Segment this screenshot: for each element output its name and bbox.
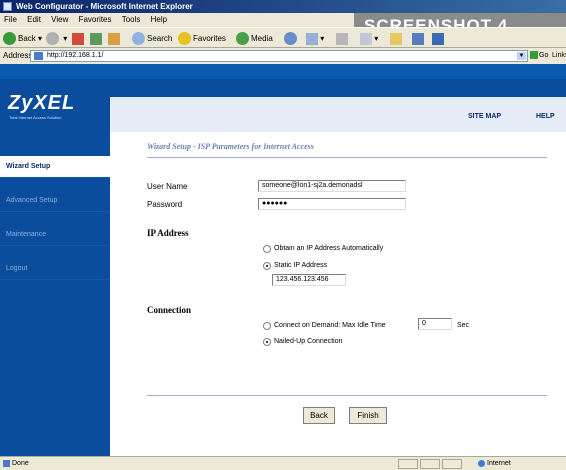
go-arrow-icon	[530, 51, 538, 60]
title-divider	[147, 157, 547, 158]
status-segment	[442, 459, 462, 469]
edit-page-icon	[360, 32, 372, 45]
links-button[interactable]: Links	[552, 48, 566, 64]
top-band	[0, 64, 566, 79]
search-button[interactable]: Search	[132, 31, 172, 46]
sidebar-item-logout[interactable]: Logout	[0, 258, 110, 280]
mail-icon	[306, 32, 318, 45]
nailed-up-label: Nailed-Up Connection	[274, 338, 343, 345]
edit-button[interactable]: ▾	[360, 31, 378, 46]
sidebar-item-maintenance[interactable]: Maintenance	[0, 224, 110, 246]
print-icon	[336, 32, 348, 45]
forward-arrow-icon	[46, 32, 59, 46]
go-button[interactable]: Go	[530, 50, 550, 62]
connect-on-demand-label: Connect on Demand: Max Idle Time	[274, 322, 386, 329]
address-bar: Address http://192.168.1.1/ ▼ Go Links	[0, 48, 566, 64]
page-title: Wizard Setup - ISP Parameters for Intern…	[147, 142, 314, 151]
refresh-button[interactable]	[90, 31, 102, 46]
username-field[interactable]: someone@lon1-sj2a.demonadsl	[258, 180, 406, 192]
ip-auto-radio[interactable]	[263, 245, 271, 253]
history-icon	[284, 32, 297, 46]
menu-bar: File Edit View Favorites Tools Help	[0, 13, 354, 27]
connect-on-demand-radio[interactable]	[263, 322, 271, 330]
connection-section-title: Connection	[147, 305, 192, 315]
ip-address-section-title: IP Address	[147, 228, 189, 238]
favorites-star-icon	[178, 32, 191, 46]
max-idle-time-field[interactable]: 0	[418, 318, 452, 330]
browser-toolbar: Back ▾ ▾ Search Favorites Media ▾ ▾	[0, 27, 566, 48]
bottom-divider	[147, 395, 547, 396]
finish-button[interactable]: Finish	[349, 407, 387, 424]
help-link[interactable]: HELP	[536, 113, 555, 120]
ip-static-label: Static IP Address	[274, 262, 328, 269]
address-url: http://192.168.1.1/	[47, 52, 104, 59]
discuss-button[interactable]	[432, 31, 444, 46]
refresh-icon	[90, 32, 102, 45]
messenger-button[interactable]	[412, 31, 424, 46]
home-icon	[108, 32, 120, 45]
favorites-button[interactable]: Favorites	[178, 31, 226, 46]
history-button[interactable]	[284, 31, 299, 46]
search-icon	[132, 32, 145, 46]
stop-icon	[72, 32, 84, 45]
mail-button[interactable]: ▾	[306, 31, 324, 46]
security-zone: Internet	[478, 457, 511, 470]
address-input[interactable]: http://192.168.1.1/ ▼	[30, 50, 528, 62]
media-icon	[236, 32, 249, 46]
menu-tools[interactable]: Tools	[118, 13, 145, 27]
window-title: Web Configurator - Microsoft Internet Ex…	[16, 2, 193, 11]
ip-auto-label: Obtain an IP Address Automatically	[274, 245, 384, 252]
password-label: Password	[147, 200, 183, 209]
nailed-up-radio[interactable]	[263, 338, 271, 346]
status-text: Done	[12, 460, 29, 467]
menu-view[interactable]: View	[47, 13, 72, 27]
page-icon	[34, 52, 43, 60]
sidebar-item-wizard-setup[interactable]: Wizard Setup	[0, 156, 110, 178]
menu-edit[interactable]: Edit	[23, 13, 45, 27]
sidebar-item-advanced-setup[interactable]: Advanced Setup	[0, 190, 110, 212]
print-button[interactable]	[336, 31, 348, 46]
menu-favorites[interactable]: Favorites	[75, 13, 116, 27]
idle-unit-label: Sec	[457, 322, 470, 329]
media-button[interactable]: Media	[236, 31, 273, 46]
password-field[interactable]: ●●●●●●	[258, 198, 406, 210]
username-label: User Name	[147, 182, 188, 191]
window-title-bar: Web Configurator - Microsoft Internet Ex…	[0, 0, 566, 13]
menu-help[interactable]: Help	[147, 13, 171, 27]
status-bar: Done Internet	[0, 456, 566, 470]
sidebar: Wizard Setup Advanced Setup Maintenance …	[0, 132, 110, 456]
forward-button[interactable]: ▾	[46, 31, 67, 46]
status-segment	[398, 459, 418, 469]
back-button[interactable]: Back ▾	[3, 31, 42, 46]
static-ip-field[interactable]: 123.456.123.456	[272, 274, 346, 286]
status-segment	[420, 459, 440, 469]
home-button[interactable]	[108, 31, 120, 46]
discuss-icon	[432, 32, 444, 45]
site-map-link[interactable]: SITE MAP	[468, 113, 501, 120]
ip-static-radio[interactable]	[263, 262, 271, 270]
page-done-icon	[3, 460, 10, 467]
folder-button[interactable]	[390, 31, 402, 46]
address-label: Address	[3, 51, 33, 60]
globe-icon	[478, 459, 485, 467]
logo-tagline: Total Internet Access Solution	[9, 115, 62, 120]
menu-file[interactable]: File	[0, 13, 21, 27]
ie-icon	[3, 2, 12, 11]
back-arrow-icon	[3, 32, 16, 46]
folder-icon	[390, 32, 402, 45]
stop-button[interactable]	[72, 31, 84, 46]
zyxel-logo: ZyXEL	[8, 92, 76, 114]
messenger-icon	[412, 32, 424, 45]
back-form-button[interactable]: Back	[303, 407, 335, 424]
address-dropdown-icon[interactable]: ▼	[517, 52, 526, 60]
